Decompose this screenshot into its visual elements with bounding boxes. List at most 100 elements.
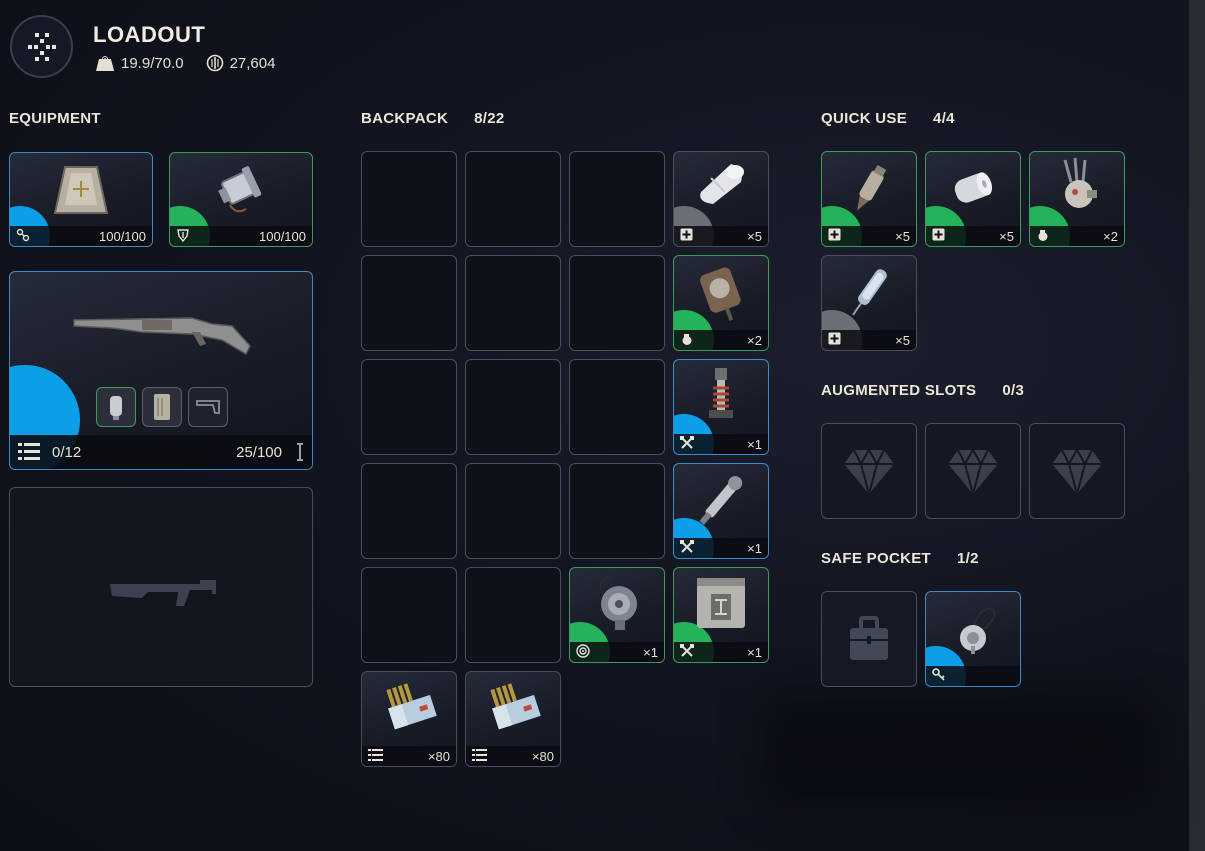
item-footer: ×80 [466,746,560,766]
safe-pocket-heading-label: SAFE POCKET [821,550,931,567]
quick-use-slot-1[interactable]: ×5 [821,151,917,247]
crate-icon [674,574,768,632]
shield-device-icon [170,161,312,219]
backpack-empty-slot[interactable] [361,255,457,351]
backpack-item-crate[interactable]: ×1 [673,567,769,663]
item-quantity: ×1 [747,436,762,452]
key-fob-icon [926,600,1020,658]
lock-icon [822,616,916,662]
augment-slot[interactable]: 100/100 [9,152,153,247]
weapon-durability: 25/100 [236,443,282,461]
ammo-icon [18,441,42,463]
ammo-b-icon [466,678,560,736]
quick-use-footer: ×5 [822,330,916,350]
loadout-logo-icon [10,15,73,78]
mod-stock-icon [196,400,220,414]
ammo-a-icon [362,678,456,736]
backpack-empty-slot[interactable] [465,151,561,247]
augment-durability: 100/100 [99,228,146,244]
augmented-slot-1[interactable] [821,423,917,519]
backpack-empty-slot[interactable] [465,463,561,559]
grenade-icon [680,332,694,349]
safe-pocket-footer [926,666,1020,686]
quick-use-count: 4/4 [933,110,955,127]
quick-use-footer: ×2 [1030,226,1124,246]
item-quantity: ×5 [895,332,910,348]
backpack-item-ammo-a[interactable]: ×80 [361,671,457,767]
item-footer: ×1 [674,642,768,662]
item-quantity: ×2 [1103,228,1118,244]
quick-use-heading: QUICK USE 4/4 [821,110,955,127]
currency-value: 27,604 [229,54,276,72]
safe-pocket-slot-key[interactable] [925,591,1021,687]
backpack-empty-slot[interactable] [361,463,457,559]
backpack-empty-slot[interactable] [569,359,665,455]
quick-use-footer: ×5 [822,226,916,246]
backpack-empty-slot[interactable] [569,463,665,559]
weight-value: 19.9/70.0 [121,54,184,72]
ammo-icon [472,748,488,765]
item-footer: ×1 [674,434,768,454]
syringe-injector-icon [822,162,916,218]
primary-weapon-slot[interactable]: 0/12 25/100 [9,271,313,470]
quick-use-slot-2[interactable]: ×5 [925,151,1021,247]
stim-syringe-icon [822,262,916,322]
tools-icon [680,539,694,557]
diamond-icon [1030,448,1124,496]
augmented-heading-label: AUGMENTED SLOTS [821,382,977,399]
weapon-footer: 0/12 25/100 [10,435,312,469]
grenade-icon [1036,228,1050,245]
diamond-icon [822,448,916,496]
safe-pocket-slot-locked[interactable] [821,591,917,687]
item-footer: ×1 [570,642,664,662]
shield-durability: 100/100 [259,228,306,244]
backpack-empty-slot[interactable] [465,359,561,455]
shield-slot[interactable]: 100/100 [169,152,313,247]
backpack-empty-slot[interactable] [361,151,457,247]
target-icon [576,643,590,661]
loadout-stats: 19.9/70.0 27,604 [95,54,275,72]
quick-use-slot-3[interactable]: ×2 [1029,151,1125,247]
mod-magazine-icon [154,394,170,420]
backpack-empty-slot[interactable] [569,151,665,247]
quick-use-footer: ×5 [926,226,1020,246]
scrollbar-rail[interactable] [1189,0,1205,851]
coil-icon [674,366,768,430]
backpack-item-coil[interactable]: ×1 [673,359,769,455]
augmented-slot-3[interactable] [1029,423,1125,519]
backpack-empty-slot[interactable] [465,255,561,351]
plus-icon [680,228,693,244]
cluster-grenade-icon [1030,156,1124,216]
bandage-roll-icon [926,164,1020,212]
item-footer: ×5 [674,226,768,246]
backpack-item-bandage[interactable]: ×5 [673,151,769,247]
trap-icon [674,262,768,324]
shield-type-icon [176,228,190,245]
weapon-mod-slot-1[interactable] [96,387,136,427]
augment-footer: 100/100 [10,226,152,246]
backpack-item-trap[interactable]: ×2 [673,255,769,351]
augment-type-icon [16,228,30,245]
backpack-item-ammo-b[interactable]: ×80 [465,671,561,767]
secondary-weapon-slot[interactable] [9,487,313,687]
backpack-count: 8/22 [474,110,505,127]
tools-icon [680,643,694,661]
quick-use-slot-4[interactable]: ×5 [821,255,917,351]
item-quantity: ×5 [895,228,910,244]
equipment-heading-label: EQUIPMENT [9,110,101,127]
backpack-item-scope-part[interactable]: ×1 [673,463,769,559]
backpack-empty-slot[interactable] [361,359,457,455]
augment-pack-icon [10,163,152,219]
backpack-item-scanner[interactable]: ×1 [569,567,665,663]
item-footer: ×2 [674,330,768,350]
weapon-mod-slot-2[interactable] [142,387,182,427]
weapon-mod-slot-3[interactable] [188,387,228,427]
weight-bag-icon [95,54,115,72]
augmented-slot-2[interactable] [925,423,1021,519]
backpack-empty-slot[interactable] [465,567,561,663]
item-quantity: ×1 [643,644,658,660]
ammo-icon [368,748,384,765]
backpack-empty-slot[interactable] [361,567,457,663]
backpack-empty-slot[interactable] [569,255,665,351]
shield-footer: 100/100 [170,226,312,246]
